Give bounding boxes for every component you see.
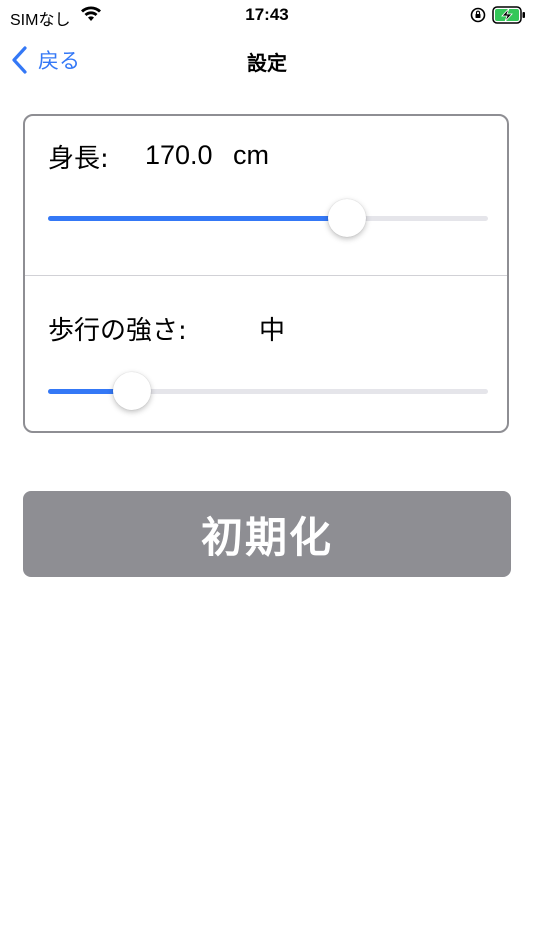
slider-thumb[interactable]: [112, 372, 151, 410]
battery-charging-icon: [492, 6, 525, 24]
walking-strength-section: 歩行の強さ: 中: [25, 276, 507, 431]
height-label: 身長:: [48, 144, 109, 174]
settings-panel: 身長: 170.0 cm 歩行の強さ: 中: [23, 114, 509, 433]
walking-strength-label: 歩行の強さ:: [48, 316, 187, 346]
height-slider[interactable]: [48, 198, 488, 238]
slider-fill: [48, 216, 348, 221]
reset-button-label: 初期化: [200, 512, 333, 562]
status-bar: SIMなし 17:43: [0, 0, 534, 30]
height-value: 170.0: [145, 140, 213, 170]
page-title: 設定: [247, 51, 287, 75]
clock: 17:43: [245, 5, 289, 24]
slider-thumb[interactable]: [328, 199, 367, 237]
orientation-lock-icon: [470, 7, 486, 23]
walking-strength-slider[interactable]: [48, 371, 488, 411]
navigation-bar: 戻る 設定: [0, 30, 534, 90]
height-section: 身長: 170.0 cm: [25, 116, 507, 276]
walking-strength-value: 中: [259, 316, 286, 346]
reset-button[interactable]: 初期化: [23, 491, 511, 577]
height-unit: cm: [233, 140, 269, 170]
